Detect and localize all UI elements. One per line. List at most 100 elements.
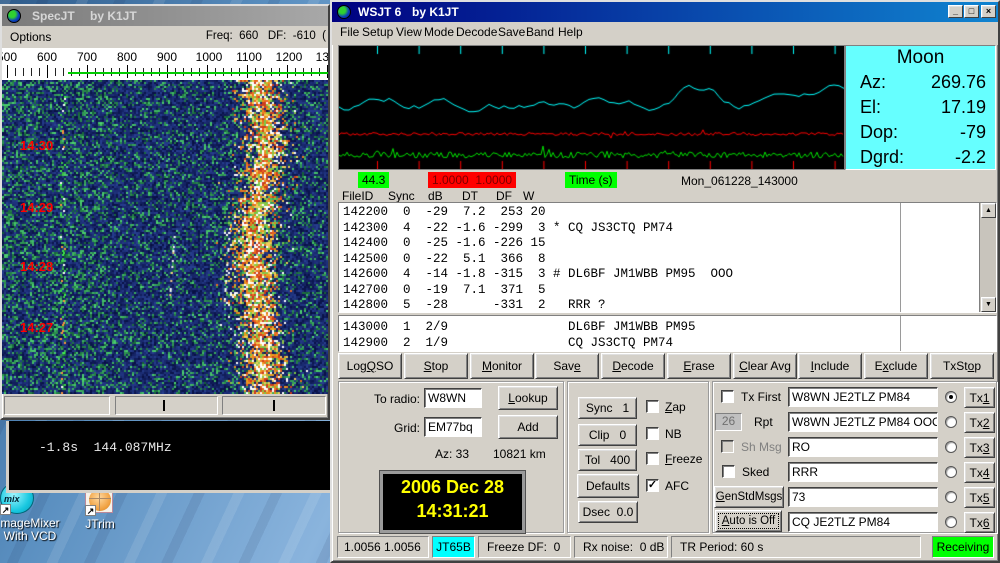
erase-button[interactable]: Erase xyxy=(667,353,731,379)
tx2-button[interactable]: Tx2 xyxy=(964,412,995,433)
specjt-menubar: Options Freq: 660 DF: -610 ( xyxy=(2,26,328,48)
menu-options[interactable]: Options xyxy=(10,30,51,44)
afc-checkbox[interactable]: ✓ xyxy=(646,479,659,492)
status-rx-noise: Rx noise: 0 dB xyxy=(574,536,668,558)
decode-row: 142500 0 -22 5.1 366 8 xyxy=(343,252,996,268)
slider-track-3[interactable] xyxy=(222,396,326,415)
defaults-button[interactable]: Defaults xyxy=(577,474,639,498)
specjt-window: SpecJT by K1JT Options Freq: 660 DF: -61… xyxy=(0,4,330,420)
menu-view[interactable]: View xyxy=(396,25,422,39)
decode-button[interactable]: Decode xyxy=(601,353,665,379)
scale-label: 1300 xyxy=(310,50,328,64)
gen-std-msgs-button[interactable]: GenStdMsgs xyxy=(714,486,784,508)
tx1-message-field[interactable]: W8WN JE2TLZ PM84 xyxy=(788,387,938,407)
slider-thumb[interactable] xyxy=(273,400,275,411)
col-header-df: DF xyxy=(496,189,512,203)
sked-label: Sked xyxy=(742,465,769,479)
freeze-checkbox[interactable] xyxy=(646,452,659,465)
status-tr-period: TR Period: 60 s xyxy=(671,536,921,558)
menu-file[interactable]: File xyxy=(340,25,359,39)
waterfall-timestamp: 14:29 xyxy=(20,200,53,215)
include-button[interactable]: Include xyxy=(798,353,862,379)
tx6-radio[interactable] xyxy=(945,516,957,528)
clear-avg-button[interactable]: Clear Avg xyxy=(733,353,797,379)
icon-label: JTrim xyxy=(60,517,140,531)
slider-track-2[interactable] xyxy=(115,396,218,415)
decode-text-area[interactable]: 142200 0 -29 7.2 253 20 142300 4 -22 -1.… xyxy=(338,202,997,313)
menu-decode[interactable]: Decode xyxy=(456,25,497,39)
tol-spinner[interactable]: Tol 400 xyxy=(578,449,637,471)
decode-row: 142700 0 -19 7.1 371 5 xyxy=(343,283,996,299)
tx6-button[interactable]: Tx6 xyxy=(964,512,995,533)
wsjt-app-icon xyxy=(337,5,351,19)
tx2-message-field[interactable]: W8WN JE2TLZ PM84 OOO xyxy=(788,412,938,432)
nb-checkbox[interactable] xyxy=(646,427,659,440)
tx3-radio[interactable] xyxy=(945,441,957,453)
tx4-radio[interactable] xyxy=(945,466,957,478)
tx3-button[interactable]: Tx3 xyxy=(964,437,995,458)
scroll-down-icon[interactable]: ▼ xyxy=(981,297,996,312)
waterfall-timestamp: 14:27 xyxy=(20,320,53,335)
slider-thumb[interactable] xyxy=(163,400,165,411)
wsjt-titlebar[interactable]: WSJT 6 by K1JT _ □ × xyxy=(332,2,998,22)
moon-dgrd-value: -2.2 xyxy=(955,147,986,168)
menu-band[interactable]: Band xyxy=(526,25,554,39)
clip-spinner[interactable]: Clip 0 xyxy=(578,424,637,446)
tx5-radio[interactable] xyxy=(945,491,957,503)
specjt-titlebar[interactable]: SpecJT by K1JT xyxy=(2,6,328,26)
waterfall-display[interactable] xyxy=(2,80,328,394)
ratio-badge: 1.0000 1.0000 xyxy=(428,172,516,188)
tx3-message-field[interactable]: RO xyxy=(788,437,938,457)
slider-track-1[interactable] xyxy=(4,396,110,415)
sh-msg-checkbox xyxy=(721,440,734,453)
monitor-button[interactable]: Monitor xyxy=(470,353,534,379)
col-header-w: W xyxy=(523,189,534,203)
stop-button[interactable]: Stop xyxy=(404,353,468,379)
scale-label: 1000 xyxy=(190,50,228,64)
log-qso-button[interactable]: Log QSO xyxy=(338,353,402,379)
menu-save[interactable]: Save xyxy=(498,25,525,39)
clock-time: 14:31:21 xyxy=(383,501,522,522)
sync-spinner[interactable]: Sync 1 xyxy=(578,397,637,419)
menu-setup[interactable]: Setup xyxy=(362,25,393,39)
add-button[interactable]: Add xyxy=(498,415,558,439)
scale-label: 1200 xyxy=(270,50,308,64)
tx6-message-field[interactable]: CQ JE2TLZ PM84 xyxy=(788,512,938,532)
monitor-readout: -1.8s 144.087MHz xyxy=(39,440,172,455)
close-button[interactable]: × xyxy=(981,5,996,18)
save-button[interactable]: Save xyxy=(535,353,599,379)
tx1-radio[interactable] xyxy=(945,391,957,403)
tx1-button[interactable]: Tx1 xyxy=(964,387,995,408)
moon-dop-label: Dop: xyxy=(860,122,898,143)
decode-scrollbar[interactable]: ▲ ▼ xyxy=(979,203,996,312)
graph-panel xyxy=(338,45,845,170)
menu-help[interactable]: Help xyxy=(558,25,583,39)
average-text-area[interactable]: 143000 1 2/9 DL6BF JM1WBB PM95 142900 2 … xyxy=(338,315,997,352)
scroll-up-icon[interactable]: ▲ xyxy=(981,203,996,218)
specjt-title-byline: by K1JT xyxy=(90,9,137,23)
status-rx-state: Receiving xyxy=(932,536,994,558)
maximize-button[interactable]: □ xyxy=(964,5,979,18)
tx-first-checkbox[interactable] xyxy=(721,390,734,403)
menu-mode[interactable]: Mode xyxy=(424,25,454,39)
grid-field[interactable]: EM77bq xyxy=(424,417,482,437)
zap-checkbox[interactable] xyxy=(646,400,659,413)
txstop-button[interactable]: TxStop xyxy=(930,353,994,379)
to-radio-label: To radio: xyxy=(360,392,420,406)
scale-label: 600 xyxy=(32,50,62,64)
scale-label: 800 xyxy=(112,50,142,64)
tx2-radio[interactable] xyxy=(945,416,957,428)
dsec-spinner[interactable]: Dsec 0.0 xyxy=(578,501,638,523)
tx4-message-field[interactable]: RRR xyxy=(788,462,938,482)
exclude-button[interactable]: Exclude xyxy=(864,353,928,379)
col-header-db: dB xyxy=(428,189,443,203)
to-radio-field[interactable]: W8WN xyxy=(424,388,482,408)
lookup-button[interactable]: Lookup xyxy=(498,386,558,410)
tx5-message-field[interactable]: 73 xyxy=(788,487,938,507)
auto-button[interactable]: Auto is Off xyxy=(715,510,782,532)
rpt-value-box: 26 xyxy=(715,413,742,431)
sked-checkbox[interactable] xyxy=(722,465,735,478)
tx4-button[interactable]: Tx4 xyxy=(964,462,995,483)
tx5-button[interactable]: Tx5 xyxy=(964,487,995,508)
minimize-button[interactable]: _ xyxy=(948,5,963,18)
